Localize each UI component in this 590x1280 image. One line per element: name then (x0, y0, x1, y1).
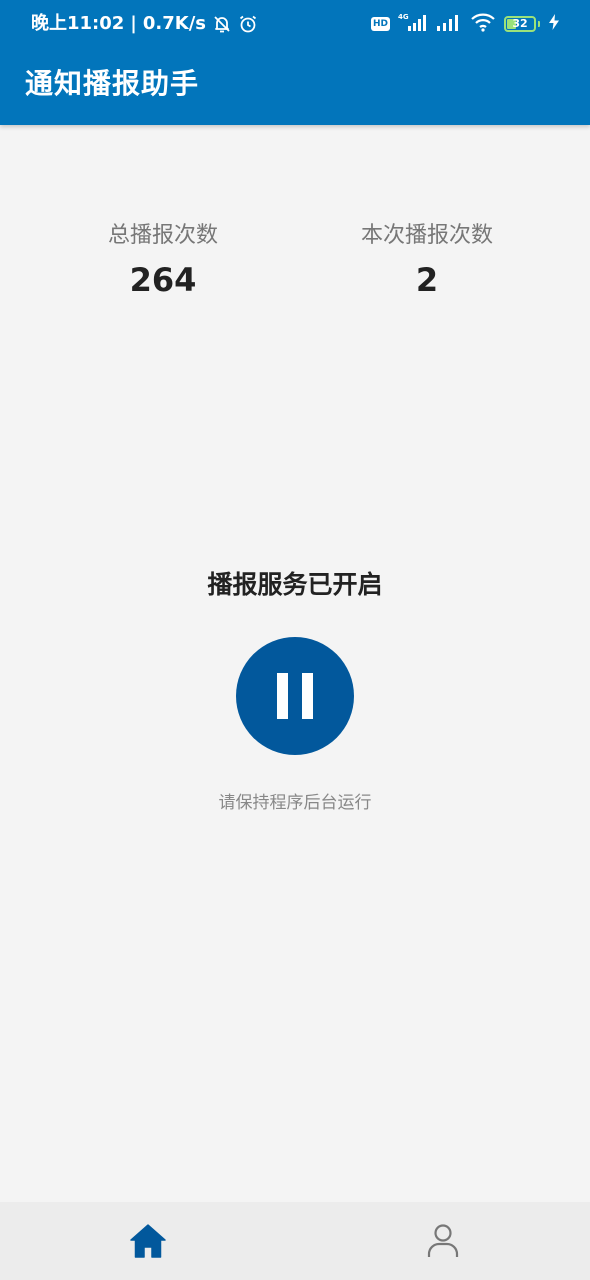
alarm-clock-icon (238, 14, 258, 34)
charging-icon (548, 13, 560, 35)
status-separator: | (130, 13, 137, 34)
bell-off-icon (212, 14, 232, 34)
battery-tip (538, 21, 540, 27)
status-right: HD 4G 32 (370, 12, 560, 36)
home-icon (129, 1222, 167, 1260)
signal-icon (436, 12, 462, 36)
bottom-nav (0, 1202, 590, 1280)
status-bar: 晚上11:02 | 0.7K/s HD 4G 32 (0, 0, 590, 48)
battery-level: 32 (512, 17, 528, 30)
total-broadcast-stat: 总播报次数 264 (43, 220, 283, 300)
total-broadcast-label: 总播报次数 (107, 223, 218, 248)
status-time: 晚上11:02 (31, 13, 125, 34)
total-broadcast-count: 264 (129, 261, 197, 299)
wifi-icon (470, 12, 496, 36)
current-broadcast-label: 本次播报次数 (360, 223, 493, 248)
signal-4g-icon: 4G (398, 12, 428, 36)
nav-item-profile[interactable] (295, 1202, 590, 1280)
current-broadcast-stat: 本次播报次数 2 (307, 220, 547, 300)
network-speed: 0.7K/s (142, 13, 206, 34)
app-header: 晚上11:02 | 0.7K/s HD 4G 32 通知播报助手 (0, 0, 590, 125)
user-icon (424, 1222, 462, 1260)
battery-indicator: 32 (504, 16, 536, 32)
service-status-text: 播报服务已开启 (207, 570, 383, 599)
pause-service-button[interactable] (236, 637, 354, 755)
current-broadcast-count: 2 (415, 261, 439, 299)
hd-badge: HD (370, 17, 390, 31)
status-left: 晚上11:02 | 0.7K/s (31, 13, 258, 35)
pause-icon (275, 671, 315, 721)
background-run-hint: 请保持程序后台运行 (218, 793, 372, 813)
app-title: 通知播报助手 (25, 67, 200, 100)
network-type-label: 4G (398, 13, 409, 21)
nav-item-home[interactable] (0, 1202, 295, 1280)
